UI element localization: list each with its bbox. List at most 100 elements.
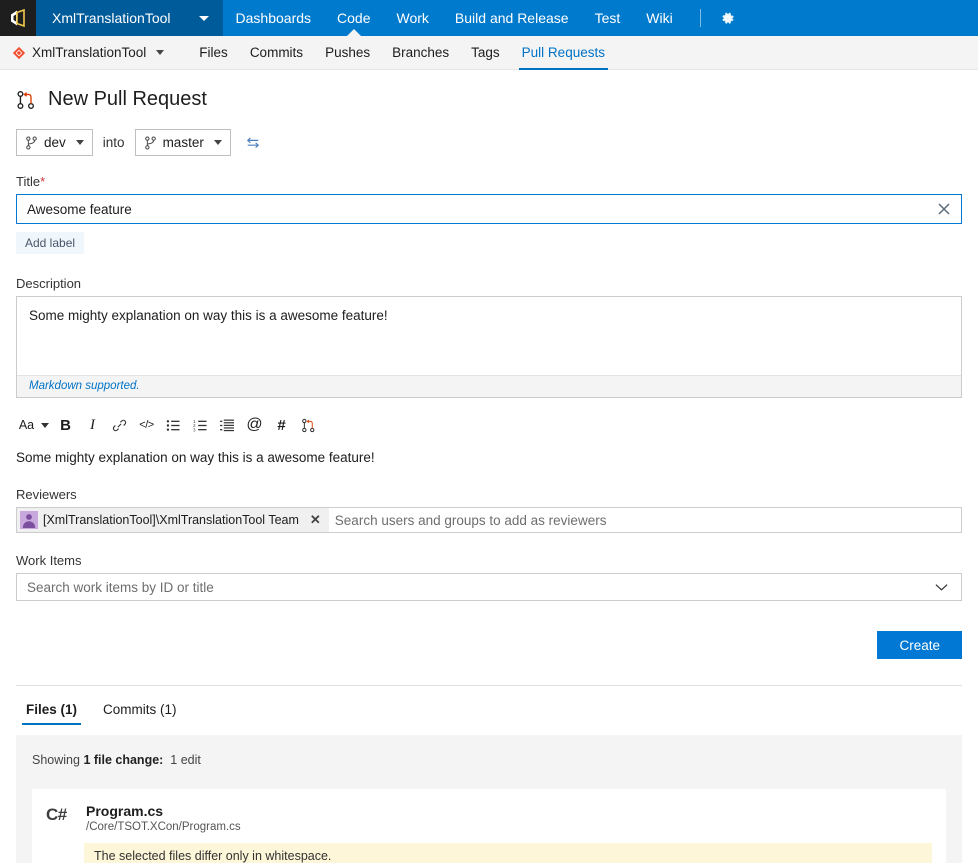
bold-icon[interactable]: B xyxy=(52,412,79,438)
nav-item-build-and-release[interactable]: Build and Release xyxy=(442,0,582,36)
repo-tab-label: Commits xyxy=(249,45,304,60)
nav-item-wiki[interactable]: Wiki xyxy=(633,0,685,36)
title-field-block: Title* Add label xyxy=(16,174,962,254)
repo-tab-label: Pushes xyxy=(325,45,371,60)
nav-label: Code xyxy=(337,10,371,26)
numbered-list-icon[interactable]: 1 2 3 xyxy=(187,412,214,438)
reviewers-block: Reviewers [XmlTranslationTool]\XmlTransl… xyxy=(16,487,962,533)
breadcrumb-repo-selector[interactable]: XmlTranslationTool xyxy=(12,45,165,60)
pull-request-icon xyxy=(17,90,34,109)
vsts-logo-icon[interactable] xyxy=(0,0,36,36)
quote-list-icon[interactable] xyxy=(214,412,241,438)
files-panel: Showing 1 file change: 1 edit C# Program… xyxy=(16,735,962,863)
swap-arrows-icon[interactable] xyxy=(239,136,267,150)
tab-files[interactable]: Files (1) xyxy=(16,698,87,725)
description-box[interactable]: Some mighty explanation on way this is a… xyxy=(16,296,962,398)
code-icon[interactable]: </> xyxy=(133,412,160,438)
remove-reviewer-icon[interactable]: ✕ xyxy=(304,512,327,528)
bulleted-list-icon[interactable] xyxy=(160,412,187,438)
repo-tab-pull-requests[interactable]: Pull Requests xyxy=(511,36,616,70)
into-label: into xyxy=(102,135,125,150)
showing-count: 1 file change: xyxy=(83,753,164,767)
nav-item-work[interactable]: Work xyxy=(384,0,442,36)
repo-tab-pushes[interactable]: Pushes xyxy=(314,36,381,70)
chevron-down-icon xyxy=(75,140,84,145)
reviewer-chip[interactable]: [XmlTranslationTool]\XmlTranslationTool … xyxy=(17,508,329,532)
project-name: XmlTranslationTool xyxy=(52,10,171,26)
target-branch-name: master xyxy=(162,135,204,150)
reviewers-input[interactable]: [XmlTranslationTool]\XmlTranslationTool … xyxy=(16,507,962,533)
pull-request-link-icon[interactable] xyxy=(295,412,322,438)
repo-tab-tags[interactable]: Tags xyxy=(460,36,511,70)
font-size-aa-icon[interactable]: Aa xyxy=(16,412,52,438)
add-label-button[interactable]: Add label xyxy=(16,232,85,254)
nav-item-dashboards[interactable]: Dashboards xyxy=(223,0,325,36)
svg-text:3: 3 xyxy=(193,427,196,432)
description-textarea[interactable]: Some mighty explanation on way this is a… xyxy=(17,297,961,375)
repo-tab-branches[interactable]: Branches xyxy=(381,36,460,70)
aa-label: Aa xyxy=(18,418,35,432)
source-branch-selector[interactable]: dev xyxy=(16,129,93,156)
chevron-down-icon xyxy=(198,15,209,21)
nav-label: Test xyxy=(594,10,621,26)
work-items-placeholder: Search work items by ID or title xyxy=(27,579,214,595)
nav-item-code[interactable]: Code xyxy=(324,0,383,36)
title-input[interactable] xyxy=(17,195,927,223)
chevron-down-icon xyxy=(156,50,165,55)
italic-glyph: I xyxy=(90,416,95,433)
reviewers-label: Reviewers xyxy=(16,487,77,502)
required-asterisk: * xyxy=(40,174,46,189)
main-nav-items: Dashboards Code Work Build and Release T… xyxy=(223,0,686,36)
clear-title-icon[interactable] xyxy=(927,195,961,223)
chevron-down-icon[interactable] xyxy=(921,583,961,592)
project-selector[interactable]: XmlTranslationTool xyxy=(36,0,223,36)
page-title: New Pull Request xyxy=(48,88,207,110)
target-branch-selector[interactable]: master xyxy=(134,129,231,156)
tab-commits[interactable]: Commits (1) xyxy=(93,698,187,725)
mention-glyph: @ xyxy=(246,416,263,433)
repo-tab-label: Tags xyxy=(471,45,500,60)
repo-tab-commits[interactable]: Commits xyxy=(239,36,314,70)
page-header: New Pull Request xyxy=(16,70,962,121)
file-info: Program.cs /Core/TSOT.XCon/Program.cs xyxy=(86,803,241,833)
repo-name-label: XmlTranslationTool xyxy=(32,45,147,60)
repo-tabs: Files Commits Pushes Branches Tags Pull … xyxy=(188,36,616,70)
branch-icon xyxy=(26,135,37,150)
title-label-text: Title xyxy=(16,174,41,189)
code-glyph: </> xyxy=(139,419,154,431)
hashtag-icon[interactable]: # xyxy=(268,412,295,438)
reviewers-placeholder: Search users and groups to add as review… xyxy=(334,512,607,528)
work-items-input[interactable]: Search work items by ID or title xyxy=(16,573,962,601)
repo-tab-files[interactable]: Files xyxy=(188,36,239,70)
whitespace-warning-banner: The selected files differ only in whites… xyxy=(84,843,932,863)
italic-icon[interactable]: I xyxy=(79,412,106,438)
repository-breadcrumb-bar: XmlTranslationTool Files Commits Pushes … xyxy=(0,36,978,70)
title-input-wrapper[interactable] xyxy=(16,194,962,224)
markdown-supported-note: Markdown supported. xyxy=(17,375,961,397)
mention-icon[interactable]: @ xyxy=(241,412,268,438)
chevron-down-icon xyxy=(41,422,50,428)
description-preview: Some mighty explanation on way this is a… xyxy=(16,450,375,465)
gear-icon[interactable] xyxy=(713,0,743,36)
markdown-toolbar: Aa B I </> 1 2 3 @ # xyxy=(16,410,962,440)
branch-selection-row: dev into master xyxy=(16,129,962,156)
file-change-card[interactable]: C# Program.cs /Core/TSOT.XCon/Program.cs… xyxy=(32,789,946,863)
bottom-tabs: Files (1) Commits (1) xyxy=(16,686,962,725)
work-items-block: Work Items Search work items by ID or ti… xyxy=(16,553,962,601)
link-icon[interactable] xyxy=(106,412,133,438)
hashtag-glyph: # xyxy=(277,416,286,434)
description-label: Description xyxy=(16,276,82,291)
repo-tab-label: Files xyxy=(199,45,228,60)
create-button[interactable]: Create xyxy=(877,631,962,659)
page-content: New Pull Request dev into master Title* … xyxy=(0,70,978,863)
nav-divider xyxy=(699,9,701,27)
showing-prefix: Showing xyxy=(32,753,80,767)
nav-label: Dashboards xyxy=(235,10,312,26)
file-row: C# Program.cs /Core/TSOT.XCon/Program.cs xyxy=(46,803,932,833)
showing-suffix: 1 edit xyxy=(170,753,201,767)
git-repo-diamond-icon xyxy=(12,46,26,59)
nav-item-test[interactable]: Test xyxy=(582,0,634,36)
group-avatar-icon xyxy=(20,511,38,529)
nav-label: Wiki xyxy=(646,10,673,26)
file-name: Program.cs xyxy=(86,803,164,819)
